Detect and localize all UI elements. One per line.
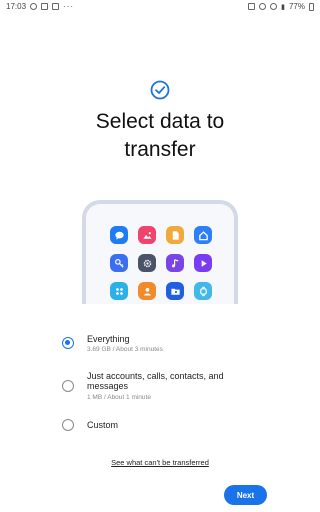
option-custom-label: Custom <box>87 420 119 430</box>
signal-icon: ▮ <box>281 3 285 11</box>
mail-notification-icon <box>52 3 60 10</box>
next-button[interactable]: Next <box>224 485 267 505</box>
chat-icon <box>110 226 128 244</box>
apps-icon <box>110 282 128 300</box>
video-icon <box>194 254 212 272</box>
status-time: 17:03 <box>6 2 27 11</box>
see-what-cant-be-transferred-link[interactable]: See what can't be transferred <box>0 458 320 467</box>
page-title-line2: transfer <box>124 138 196 161</box>
radio-everything[interactable] <box>62 337 74 349</box>
notification-icon <box>30 3 38 10</box>
wifi-icon <box>270 3 278 10</box>
phone-illustration <box>82 200 238 304</box>
screen: 17:03 ··· ▮ 77% Select data to transfer <box>0 0 320 512</box>
settings-icon <box>138 254 156 272</box>
battery-icon <box>309 2 314 11</box>
battery-percent: 77% <box>288 2 305 11</box>
key-icon <box>110 254 128 272</box>
check-circle-icon <box>150 80 170 100</box>
status-left: 17:03 ··· <box>6 2 74 11</box>
image-notification-icon <box>41 3 49 10</box>
radio-accounts-calls-contacts-messages[interactable] <box>62 380 74 392</box>
status-bar: 17:03 ··· ▮ 77% <box>0 0 320 13</box>
option-accounts-calls-contacts-messages[interactable]: Just accounts, calls, contacts, and mess… <box>62 371 262 405</box>
app-grid <box>110 226 212 300</box>
option-accounts-sub: 1 MB / About 1 minute <box>87 394 151 401</box>
option-everything-sub: 3.69 GB / About 3 minutes <box>87 346 163 353</box>
folder-icon <box>166 282 184 300</box>
alarm-icon <box>248 3 256 10</box>
radio-custom[interactable] <box>62 419 74 431</box>
option-accounts-label: Just accounts, calls, contacts, and mess… <box>87 371 224 391</box>
music-icon <box>166 254 184 272</box>
contact-icon <box>138 282 156 300</box>
status-right: ▮ 77% <box>248 2 314 11</box>
home-icon <box>194 226 212 244</box>
more-notifications: ··· <box>63 2 75 11</box>
watch-icon <box>194 282 212 300</box>
option-everything-label: Everything <box>87 334 130 344</box>
page-title: Select data to transfer <box>0 108 320 164</box>
mute-icon <box>259 3 267 10</box>
file-icon <box>166 226 184 244</box>
option-everything[interactable]: Everything 3.69 GB / About 3 minutes <box>62 334 262 358</box>
page-title-line1: Select data to <box>95 110 225 133</box>
gallery-icon <box>138 226 156 244</box>
option-custom[interactable]: Custom <box>62 419 262 433</box>
